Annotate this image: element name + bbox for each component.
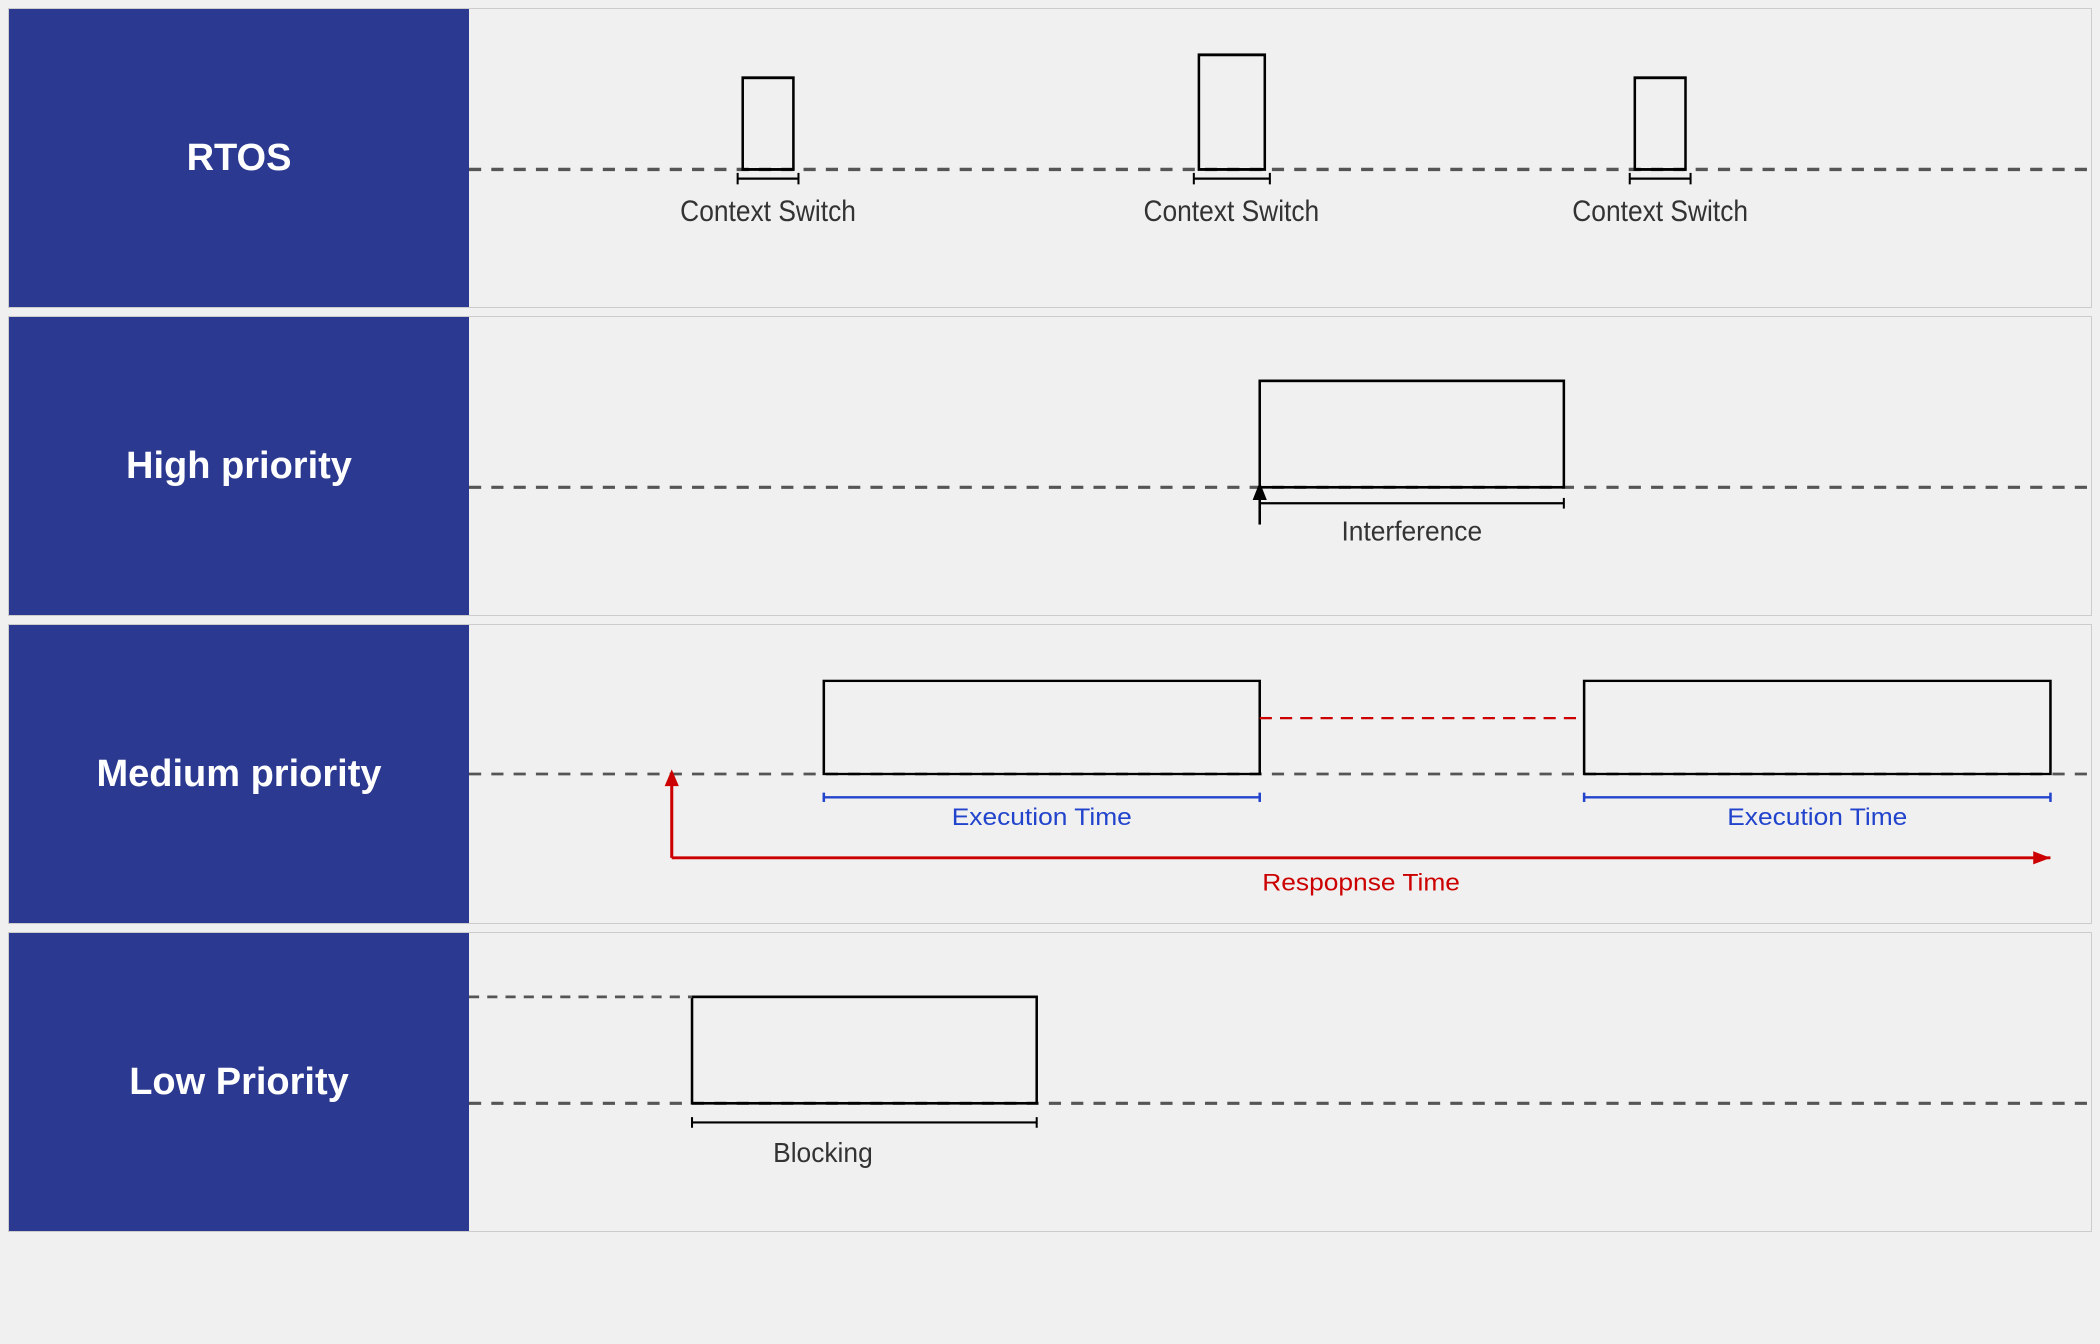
medium-label-col: Medium priority bbox=[9, 625, 469, 923]
medium-svg: Execution Time Execution Time Respopnse … bbox=[469, 625, 2091, 923]
rtos-svg: Context Switch Context Switch Context Sw… bbox=[469, 9, 2091, 307]
svg-text:Context Switch: Context Switch bbox=[1572, 195, 1748, 228]
low-row: Low Priority Blocking bbox=[8, 932, 2092, 1232]
svg-text:Blocking: Blocking bbox=[773, 1137, 873, 1168]
medium-label: Medium priority bbox=[96, 753, 381, 796]
rtos-row: RTOS Context Switch Context Switch C bbox=[8, 8, 2092, 308]
low-label-col: Low Priority bbox=[9, 933, 469, 1231]
medium-diagram: Execution Time Execution Time Respopnse … bbox=[469, 625, 2091, 923]
low-svg: Blocking bbox=[469, 933, 2091, 1231]
high-svg: Interference bbox=[469, 317, 2091, 615]
high-label: High priority bbox=[126, 445, 352, 488]
medium-row: Medium priority Execution Time bbox=[8, 624, 2092, 924]
low-label: Low Priority bbox=[129, 1061, 349, 1104]
low-diagram: Blocking bbox=[469, 933, 2091, 1231]
rtos-diagram: Context Switch Context Switch Context Sw… bbox=[469, 9, 2091, 307]
rtos-label-col: RTOS bbox=[9, 9, 469, 307]
high-label-col: High priority bbox=[9, 317, 469, 615]
svg-text:Execution Time: Execution Time bbox=[1727, 804, 1907, 831]
high-row: High priority Interference bbox=[8, 316, 2092, 616]
high-diagram: Interference bbox=[469, 317, 2091, 615]
svg-text:Context Switch: Context Switch bbox=[1143, 195, 1319, 228]
svg-text:Execution Time: Execution Time bbox=[952, 804, 1132, 831]
svg-text:Interference: Interference bbox=[1341, 516, 1482, 547]
svg-text:Respopnse Time: Respopnse Time bbox=[1262, 869, 1460, 896]
rtos-label: RTOS bbox=[187, 137, 292, 180]
svg-text:Context Switch: Context Switch bbox=[680, 195, 856, 228]
